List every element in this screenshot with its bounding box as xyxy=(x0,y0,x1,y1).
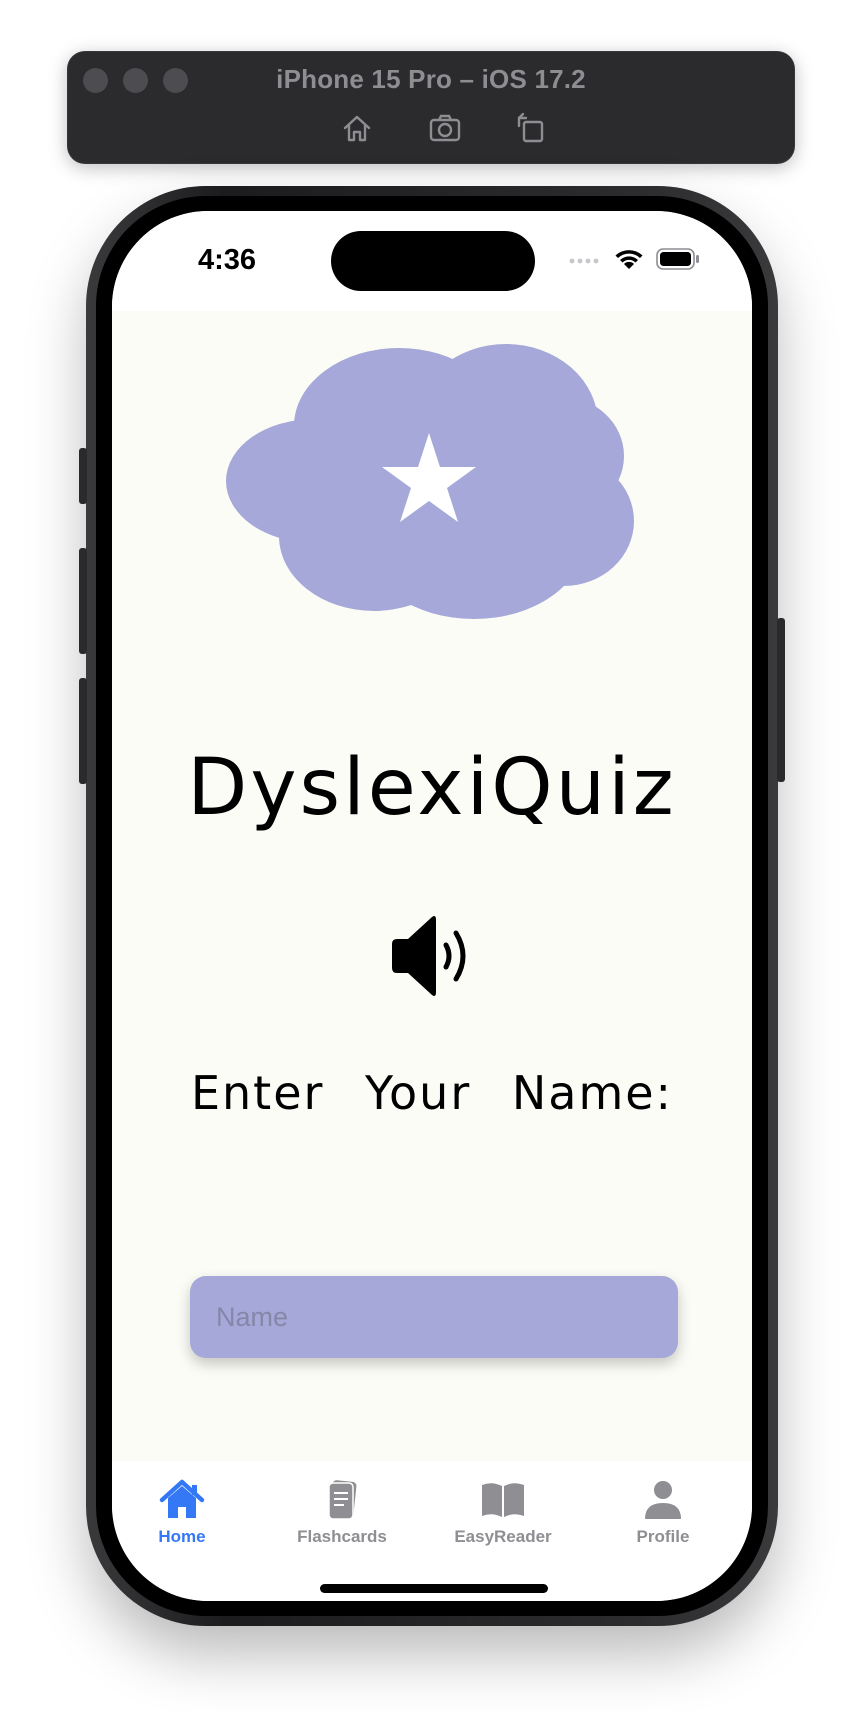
phone-screen: 4:36 DyslexiQuiz Enter Your Name: Name H… xyxy=(112,211,752,1601)
rotate-icon[interactable] xyxy=(513,111,547,145)
status-bar: 4:36 xyxy=(112,211,752,311)
battery-icon xyxy=(656,247,700,275)
home-indicator[interactable] xyxy=(320,1584,548,1593)
tab-profile-label: Profile xyxy=(636,1527,690,1546)
wifi-icon xyxy=(614,248,644,275)
simulator-title: iPhone 15 Pro – iOS 17.2 xyxy=(276,64,586,94)
book-icon xyxy=(482,1483,524,1517)
tab-profile[interactable]: Profile xyxy=(588,1479,738,1569)
name-prompt: Enter Your Name: xyxy=(190,1066,674,1120)
tab-flashcards[interactable]: Flashcards xyxy=(267,1479,417,1569)
house-icon xyxy=(159,1479,205,1518)
action-button[interactable] xyxy=(79,448,87,504)
tab-easyreader[interactable]: EasyReader xyxy=(428,1479,578,1569)
stage: iPhone 15 Pro – iOS 17.2 4:36 DyslexiQui… xyxy=(0,0,864,1712)
status-icons xyxy=(568,247,700,275)
screenshot-icon[interactable] xyxy=(428,111,462,145)
volume-up-button[interactable] xyxy=(79,548,87,654)
tab-bar: Home Flashcards EasyReader Profile xyxy=(112,1461,752,1601)
home-screen: DyslexiQuiz Enter Your Name: xyxy=(112,311,752,1461)
home-icon[interactable] xyxy=(340,111,374,145)
tab-home[interactable]: Home xyxy=(112,1479,257,1569)
tab-flashcards-label: Flashcards xyxy=(297,1527,387,1546)
dynamic-island xyxy=(331,231,535,291)
cards-icon xyxy=(328,1480,357,1520)
status-time: 4:36 xyxy=(198,244,257,276)
name-input[interactable] xyxy=(190,1276,678,1358)
simulator-toolbar: iPhone 15 Pro – iOS 17.2 xyxy=(67,51,795,164)
signal-icon xyxy=(568,252,602,270)
tab-easyreader-label: EasyReader xyxy=(454,1527,552,1546)
power-button[interactable] xyxy=(777,618,785,782)
app-title: DyslexiQuiz xyxy=(187,743,677,833)
tab-home-label: Home xyxy=(158,1527,206,1546)
speaker-icon[interactable] xyxy=(388,911,478,1001)
person-icon xyxy=(645,1481,681,1519)
volume-down-button[interactable] xyxy=(79,678,87,784)
cloud-star-icon xyxy=(224,336,634,621)
